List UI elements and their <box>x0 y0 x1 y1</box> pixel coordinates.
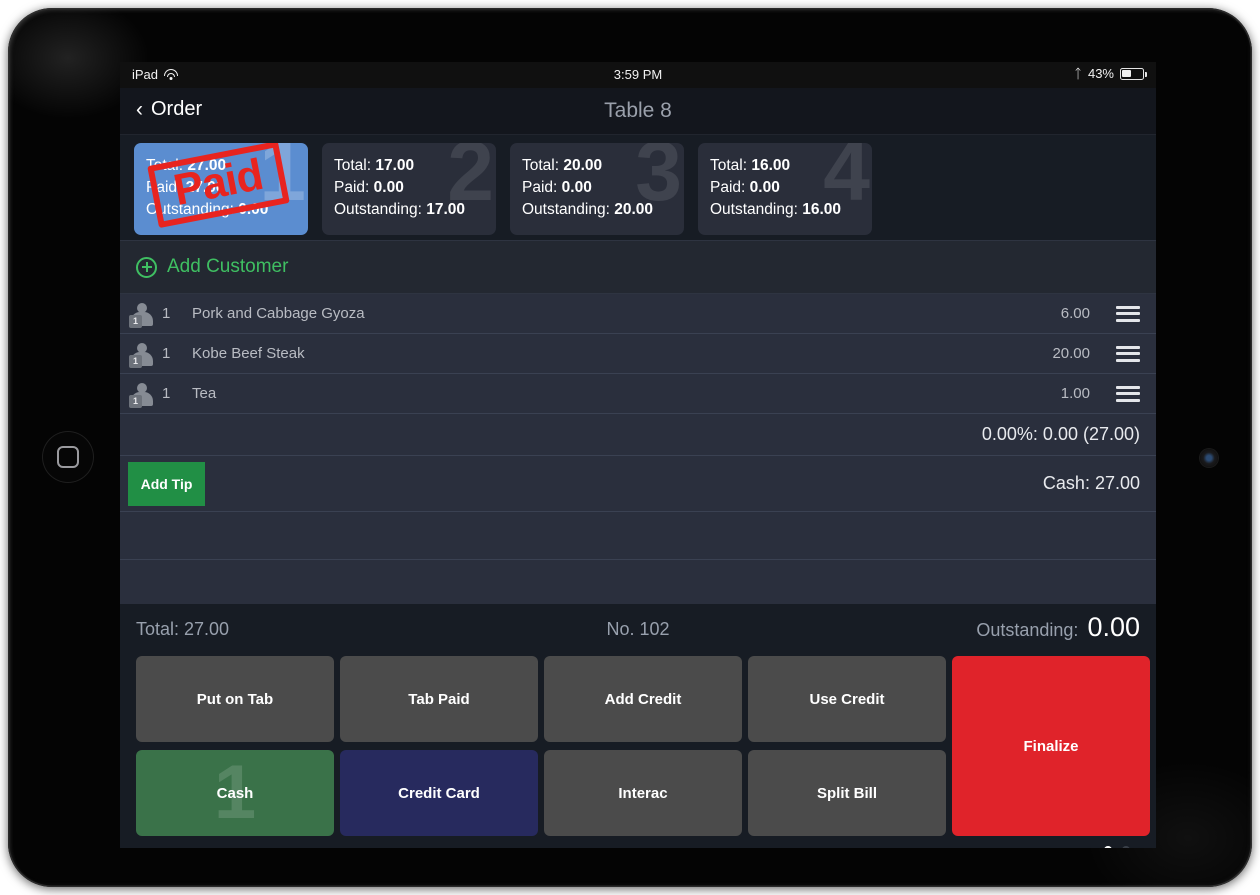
order-item-row[interactable]: 1 1 Pork and Cabbage Gyoza 6.00 <box>120 294 1156 334</box>
battery-percent-label: 43% <box>1087 66 1114 81</box>
add-tip-button[interactable]: Add Tip <box>128 462 205 506</box>
item-quantity: 1 <box>162 305 171 322</box>
customer-tab-3[interactable]: 3 Total: 20.00 Paid: 0.00 Outstanding: 20.0… <box>510 143 684 235</box>
page-dot-1[interactable] <box>1104 846 1112 848</box>
battery-icon <box>1120 67 1147 80</box>
action-button-label: Add Credit <box>604 690 682 708</box>
ios-status-bar: iPad 3:59 PM ᛏ 43% <box>120 62 1156 88</box>
customer-tab-4[interactable]: 4 Total: 16.00 Paid: 0.00 Outstanding: 16.0… <box>698 143 872 235</box>
customer-tab-outstanding: Outstanding: 17.00 <box>334 201 465 218</box>
item-name: Tea <box>192 385 217 402</box>
action-button-cash[interactable]: 1 Cash <box>136 750 334 836</box>
navigation-bar: ‹ Order Table 8 <box>120 88 1156 135</box>
home-button[interactable] <box>42 431 94 483</box>
action-button-add-credit[interactable]: Add Credit <box>544 656 742 742</box>
seat-number-badge: 1 <box>129 354 142 368</box>
totals-bar: Total: 27.00 No. 102 Outstanding: 0.00 <box>120 608 1156 652</box>
person-icon: 1 <box>128 380 154 408</box>
payment-action-grid: Put on Tab Tab Paid Add Credit Use Credit 1 C… <box>136 656 1150 848</box>
item-name: Kobe Beef Steak <box>192 345 305 362</box>
plus-circle-icon <box>136 256 157 278</box>
hamburger-menu-icon[interactable] <box>1116 385 1140 402</box>
action-button-split-bill[interactable]: Split Bill <box>748 750 946 836</box>
hamburger-menu-icon[interactable] <box>1116 305 1140 322</box>
action-button-label: Credit Card <box>398 784 480 802</box>
customer-tab-total: Total: 17.00 <box>334 157 415 174</box>
bluetooth-icon: ᛏ <box>1074 66 1082 81</box>
action-button-label: Finalize <box>1023 737 1079 755</box>
customer-tab-paid: Paid: 0.00 <box>522 179 592 196</box>
action-button-label: Split Bill <box>817 784 877 802</box>
empty-list-row <box>120 512 1156 560</box>
tip-row: Add Tip Cash: 27.00 <box>120 456 1156 512</box>
outstanding-value: 0.00 <box>1087 612 1140 642</box>
outstanding-label: Outstanding: <box>976 620 1079 640</box>
payment-applied-text: Cash: 27.00 <box>1042 473 1140 493</box>
customer-tab-paid: Paid: 27.00 <box>146 179 225 196</box>
action-button-interac[interactable]: Interac <box>544 750 742 836</box>
add-customer-label: Add Customer <box>167 256 289 277</box>
customer-tab-paid: Paid: 0.00 <box>334 179 404 196</box>
customer-tab-total: Total: 16.00 <box>710 157 791 174</box>
person-icon: 1 <box>128 300 154 328</box>
page-dot-2[interactable] <box>1122 846 1130 848</box>
seat-number-badge: 1 <box>129 314 142 328</box>
action-button-use-credit[interactable]: Use Credit <box>748 656 946 742</box>
action-button-finalize[interactable]: Finalize <box>952 656 1150 836</box>
action-button-label: Interac <box>618 784 668 802</box>
customer-tab-2[interactable]: 2 Total: 17.00 Paid: 0.00 Outstanding: 17.0… <box>322 143 496 235</box>
customer-tab-paid: Paid: 0.00 <box>710 179 780 196</box>
action-button-label: Tab Paid <box>408 690 470 708</box>
person-icon: 1 <box>128 340 154 368</box>
outstanding-group: Outstanding: 0.00 <box>976 612 1140 643</box>
ipad-device-frame: iPad 3:59 PM ᛏ 43% ‹ Order Table 8 1 Tot… <box>8 8 1252 887</box>
list-filler <box>120 560 1156 604</box>
customer-tab-outstanding: Outstanding: 20.00 <box>522 201 653 218</box>
customer-tab-outstanding: Outstanding: 16.00 <box>710 201 841 218</box>
tax-summary-text: 0.00%: 0.00 (27.00) <box>981 424 1140 444</box>
action-button-credit-card[interactable]: Credit Card <box>340 750 538 836</box>
home-button-square-icon <box>57 446 79 468</box>
customer-tab-outstanding: Outstanding: 0.00 <box>146 201 269 218</box>
item-price: 6.00 <box>1060 305 1090 322</box>
item-quantity: 1 <box>162 345 171 362</box>
order-item-row[interactable]: 1 1 Kobe Beef Steak 20.00 <box>120 334 1156 374</box>
action-button-label: Use Credit <box>809 690 885 708</box>
item-name: Pork and Cabbage Gyoza <box>192 305 365 322</box>
action-button-tab-paid[interactable]: Tab Paid <box>340 656 538 742</box>
front-camera-icon <box>1200 449 1218 467</box>
ipad-screen: iPad 3:59 PM ᛏ 43% ‹ Order Table 8 1 Tot… <box>120 62 1156 848</box>
order-item-list: 1 1 Pork and Cabbage Gyoza 6.00 1 1 Kobe Beef … <box>120 294 1156 604</box>
action-button-put-on-tab[interactable]: Put on Tab <box>136 656 334 742</box>
order-footer: Total: 27.00 No. 102 Outstanding: 0.00 P… <box>120 604 1156 848</box>
order-item-row[interactable]: 1 1 Tea 1.00 <box>120 374 1156 414</box>
hamburger-menu-icon[interactable] <box>1116 345 1140 362</box>
item-price: 20.00 <box>1052 345 1090 362</box>
tax-summary-row: 0.00%: 0.00 (27.00) <box>120 414 1156 456</box>
add-tip-label: Add Tip <box>140 476 193 492</box>
customer-tab-1[interactable]: 1 Total: 27.00 Paid: 27.00 Outstanding: 0.0… <box>134 143 308 235</box>
action-button-label: Cash <box>216 784 254 802</box>
page-indicator-dots[interactable] <box>1104 846 1130 848</box>
page-title: Table 8 <box>604 99 672 122</box>
seat-number-badge: 1 <box>129 394 142 408</box>
customer-tab-total: Total: 20.00 <box>522 157 603 174</box>
status-bar-right: ᛏ 43% <box>1074 66 1147 81</box>
add-customer-button[interactable]: Add Customer <box>120 240 1156 294</box>
item-quantity: 1 <box>162 385 171 402</box>
item-price: 1.00 <box>1060 385 1090 402</box>
status-bar-time: 3:59 PM <box>613 67 663 82</box>
customer-tab-total: Total: 27.00 <box>146 157 227 174</box>
customer-tab-strip: 1 Total: 27.00 Paid: 27.00 Outstanding: 0.0… <box>120 135 1156 240</box>
action-button-label: Put on Tab <box>196 690 274 708</box>
